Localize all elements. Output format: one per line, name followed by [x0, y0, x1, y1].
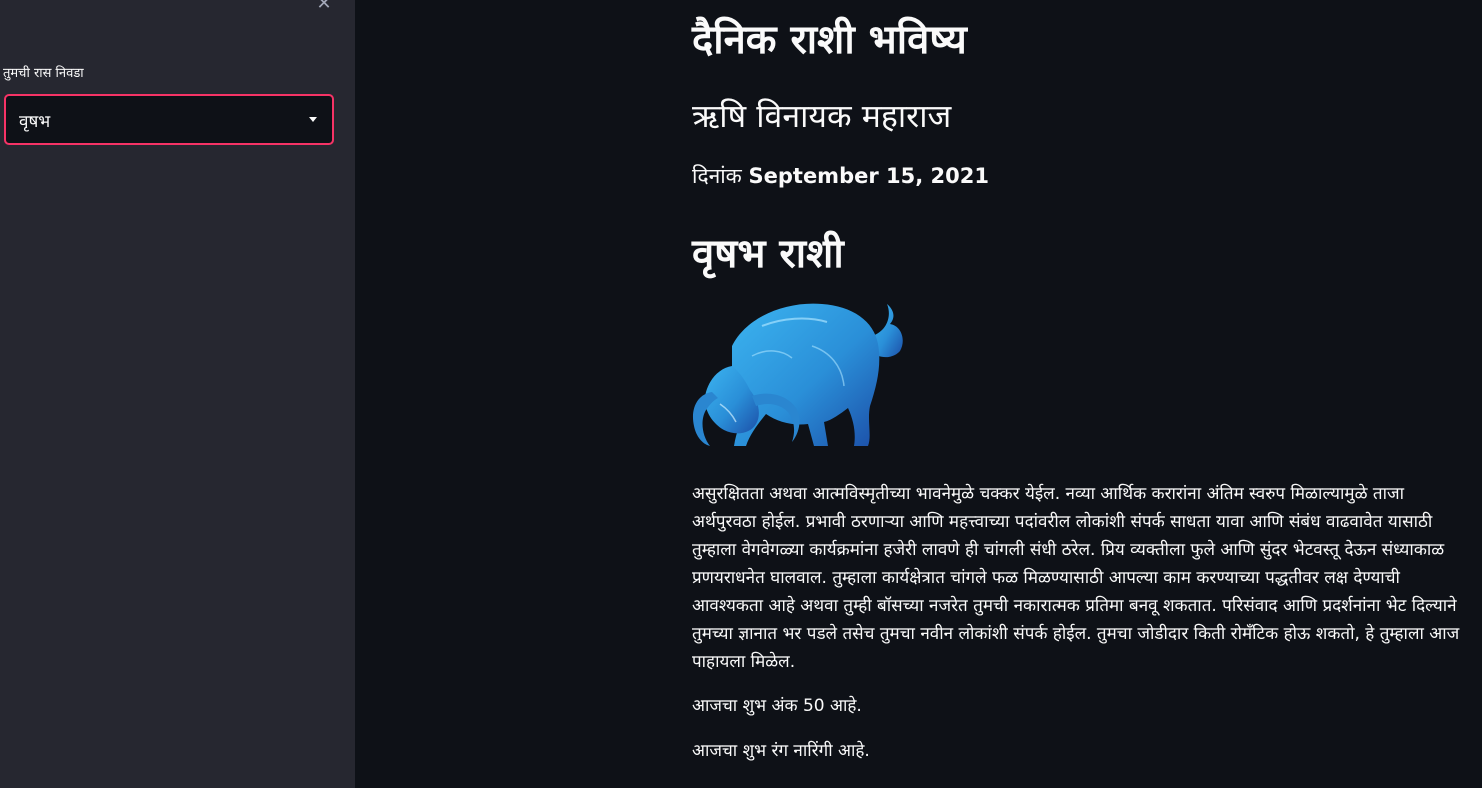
rashi-select-label: तुमची रास निवडा	[3, 66, 84, 81]
main-content: दैनिक राशी भविष्य ऋषि विनायक महाराज दिना…	[355, 0, 1482, 788]
date-line: दिनांक September 15, 2021	[692, 162, 989, 190]
date-value: September 15, 2021	[748, 164, 989, 188]
rashi-select-value: वृषभ	[19, 112, 51, 132]
chevron-down-icon	[309, 117, 317, 122]
rashi-select[interactable]: वृषभ	[4, 94, 334, 145]
rashi-heading: वृषभ राशी	[692, 231, 844, 277]
close-icon[interactable]: ✕	[314, 0, 334, 14]
taurus-bull-image	[692, 303, 903, 446]
date-prefix: दिनांक	[692, 164, 742, 188]
lucky-number-text: आजचा शुभ अंक 50 आहे.	[692, 696, 862, 716]
lucky-color-text: आजचा शुभ रंग नारिंगी आहे.	[692, 741, 870, 761]
horoscope-text: असुरक्षितता अथवा आत्मविस्मृतीच्या भावनेम…	[692, 484, 1460, 672]
page-subtitle: ऋषि विनायक महाराज	[692, 97, 952, 135]
page-title: दैनिक राशी भविष्य	[692, 17, 967, 63]
sidebar: ✕ तुमची रास निवडा वृषभ	[0, 0, 355, 788]
